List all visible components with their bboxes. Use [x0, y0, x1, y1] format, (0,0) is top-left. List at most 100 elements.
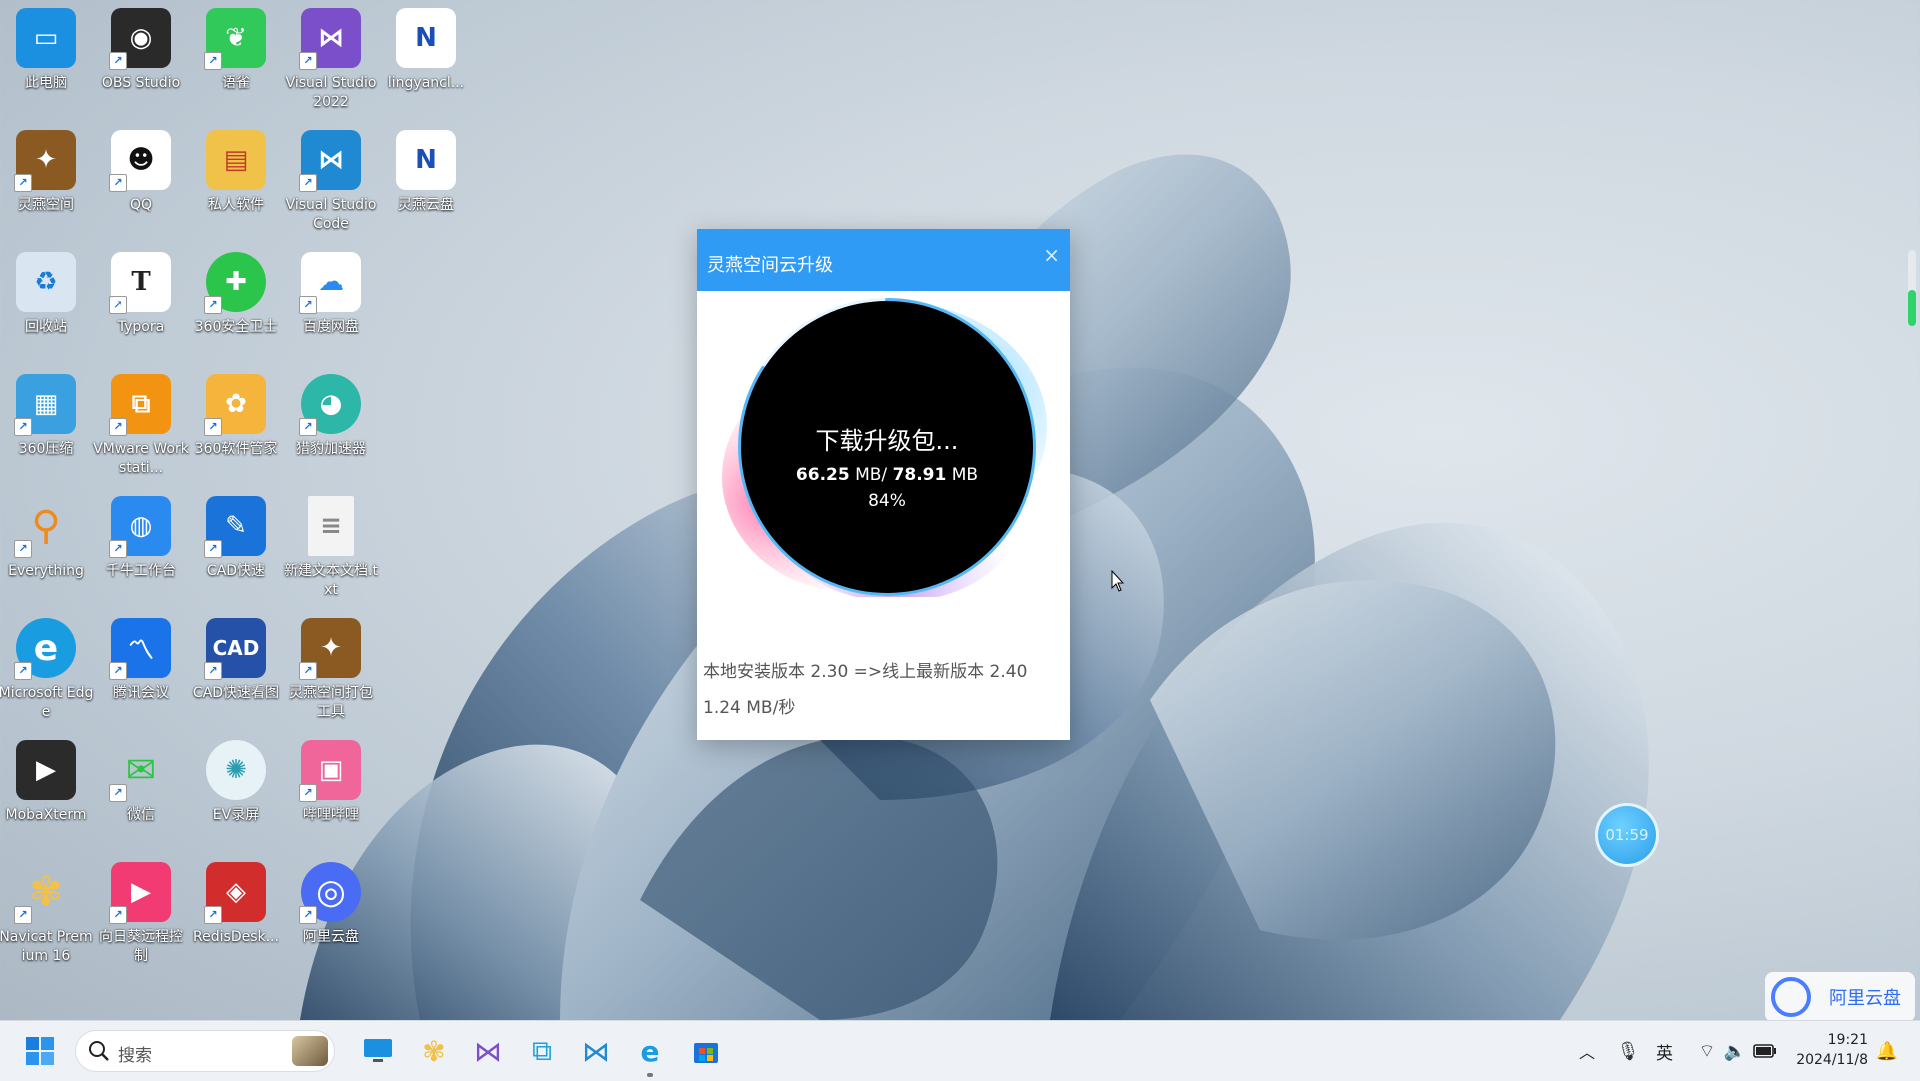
clock-time: 19:21	[1827, 1032, 1868, 1048]
notification-button[interactable]: 🔔	[1872, 1021, 1902, 1081]
taskbar-app-edge[interactable]: e	[628, 1021, 672, 1081]
shortcut-arrow-icon: ↗	[299, 662, 317, 680]
total-size: 78.91	[892, 465, 947, 485]
desktop-icon-redis-desktop[interactable]: ◈ ↗ RedisDesk...	[190, 854, 282, 972]
yuque-icon: ❦ ↗	[204, 8, 266, 70]
shortcut-arrow-icon: ↗	[299, 418, 317, 436]
desktop-icon-visual-studio-2022[interactable]: ⋈ ↗ Visual Studio 2022	[285, 0, 377, 118]
download-progress-ring: 下载升级包... 66.25 MB/ 78.91 MB 84%	[722, 297, 1052, 602]
start-button[interactable]	[18, 1021, 62, 1081]
tray-overflow-button[interactable]: ︿	[1572, 1021, 1602, 1081]
aliyun-drive-icon: ◎ ↗	[299, 862, 361, 924]
desktop-icon-aliyun-drive[interactable]: ◎ ↗ 阿里云盘	[285, 854, 377, 972]
desktop-icon-360-security[interactable]: ✚ ↗ 360安全卫士	[190, 244, 282, 362]
desktop-icon-typora[interactable]: T ↗ Typora	[95, 244, 187, 362]
navicat-icon: ✾ ↗	[14, 862, 76, 924]
desktop-icon-wechat[interactable]: ✉ ↗ 微信	[95, 732, 187, 850]
downloaded-unit: MB/	[855, 465, 888, 485]
taskbar-app-toolbox[interactable]: ⧉	[520, 1021, 564, 1081]
desktop-icon-bilibili[interactable]: ▣ ↗ 哔哩哔哩	[285, 732, 377, 850]
desktop-icon-360-software-manager[interactable]: ✿ ↗ 360软件管家	[190, 366, 282, 484]
shortcut-arrow-icon: ↗	[204, 662, 222, 680]
close-icon[interactable]: ×	[1043, 243, 1060, 267]
running-indicator	[647, 1073, 653, 1077]
floating-timer[interactable]: 01:59	[1595, 803, 1659, 867]
desktop-icon-qq[interactable]: ☻ ↗ QQ	[95, 122, 187, 240]
desktop-icon-lingyan-packer[interactable]: ✦ ↗ 灵燕空间打包工具	[285, 610, 377, 728]
shortcut-arrow-icon: ↗	[109, 52, 127, 70]
desktop-icon-lingyan-cloud-disk[interactable]: N 灵燕云盘	[380, 122, 472, 240]
taskbar-app-vscode[interactable]: ⋈	[574, 1021, 618, 1081]
desktop-icon-new-text-document[interactable]: ≡ 新建文本文档.txt	[284, 488, 378, 606]
shortcut-arrow-icon: ↗	[204, 52, 222, 70]
desktop-icon-everything[interactable]: ⚲ ↗ Everything	[0, 488, 92, 606]
desktop-icon-sunlogin[interactable]: ▶ ↗ 向日葵远程控制	[95, 854, 187, 972]
desktop-icon-yuque[interactable]: ❦ ↗ 语雀	[190, 0, 282, 118]
desktop-icon-qianniu[interactable]: ◍ ↗ 千牛工作台	[95, 488, 187, 606]
clock-date: 2024/11/8	[1796, 1052, 1868, 1068]
download-percent: 84%	[868, 491, 906, 511]
input-method-indicator[interactable]: 英	[1656, 1039, 1673, 1064]
taskbar-app-visual-studio[interactable]: ⋈	[466, 1021, 510, 1081]
folder-icon: ▤	[206, 130, 266, 190]
edge-icon: e	[640, 1034, 660, 1068]
cheetah-icon: ◕ ↗	[299, 374, 361, 436]
sunlogin-icon: ▶ ↗	[109, 862, 171, 924]
taskbar-clock[interactable]: 19:21 2024/11/8	[1792, 1030, 1868, 1070]
taskbar: 搜索 ✾ ⋈ ⧉ ⋈ e ︿ 🎙 英 ⌔ 🔈 19:21 2024/11/8 🔔	[0, 1020, 1920, 1081]
tray-wifi[interactable]: ⌔	[1694, 1021, 1720, 1081]
version-info: 本地安装版本 2.30 =>线上最新版本 2.40	[703, 662, 1028, 682]
desktop-icon-microsoft-edge[interactable]: e ↗ Microsoft Edge	[0, 610, 93, 728]
shortcut-arrow-icon: ↗	[299, 296, 317, 314]
mouse-cursor-icon	[1111, 570, 1125, 592]
desktop-icon-navicat[interactable]: ✾ ↗ Navicat Premium 16	[0, 854, 93, 972]
desktop-icon-cad-viewer[interactable]: CAD ↗ CAD快速看图	[190, 610, 282, 728]
ev-recorder-icon: ✺	[206, 740, 266, 800]
search-highlight-image	[292, 1036, 328, 1066]
shortcut-arrow-icon: ↗	[109, 906, 127, 924]
desktop-icon-ev-recorder[interactable]: ✺ EV录屏	[190, 732, 282, 850]
download-speed: 1.24 MB/秒	[703, 698, 796, 718]
taskbar-app-this-pc[interactable]	[356, 1021, 400, 1081]
desktop-icon-lingyan-space[interactable]: ✦ ↗ 灵燕空间	[0, 122, 92, 240]
tray-battery[interactable]	[1750, 1021, 1780, 1081]
visual-studio-icon: ⋈	[474, 1034, 502, 1068]
desktop-icon-lingyancl[interactable]: N lingyancl...	[380, 0, 472, 118]
desktop-icon-vmware[interactable]: ⧉ ↗ VMware Workstati...	[93, 366, 189, 484]
taskbar-app-store[interactable]	[684, 1021, 728, 1081]
desktop-icon-obs-studio[interactable]: ◉ ↗ OBS Studio	[95, 0, 187, 118]
shortcut-arrow-icon: ↗	[299, 174, 317, 192]
tray-microphone[interactable]: 🎙	[1613, 1021, 1643, 1081]
visual-studio-icon: ⋈ ↗	[299, 8, 361, 70]
shortcut-arrow-icon: ↗	[204, 906, 222, 924]
shortcut-arrow-icon: ↗	[14, 540, 32, 558]
taskbar-search[interactable]: 搜索	[75, 1030, 335, 1072]
desktop-icon-recycle-bin[interactable]: ♻ 回收站	[0, 244, 92, 362]
store-icon	[694, 1043, 718, 1063]
desktop-icon-baidu-netdisk[interactable]: ☁ ↗ 百度网盘	[285, 244, 377, 362]
toolbox-icon: ⧉	[532, 1034, 552, 1067]
desktop-icon-tencent-meeting[interactable]: 〽 ↗ 腾讯会议	[95, 610, 187, 728]
aliyun-floating-widget[interactable]: 阿里云盘	[1765, 972, 1915, 1022]
shortcut-arrow-icon: ↗	[204, 418, 222, 436]
taskbar-app-navicat[interactable]: ✾	[412, 1021, 456, 1081]
monitor-icon: ▭	[16, 8, 76, 68]
lingyan-cloud-icon: N	[396, 8, 456, 68]
desktop-icon-cheetah-accelerator[interactable]: ◕ ↗ 猎豹加速器	[285, 366, 377, 484]
vmware-icon: ⧉ ↗	[109, 374, 171, 436]
lingyan-space-icon: ✦ ↗	[14, 130, 76, 192]
aliyun-logo-icon	[1771, 977, 1811, 1017]
desktop-icon-private-software[interactable]: ▤ 私人软件	[190, 122, 282, 240]
battery-icon	[1753, 1044, 1776, 1058]
shortcut-arrow-icon: ↗	[204, 540, 222, 558]
desktop-icon-cad-fast[interactable]: ✎ ↗ CAD快速	[190, 488, 282, 606]
recycle-bin-icon: ♻	[16, 252, 76, 312]
desktop-icon-vscode[interactable]: ⋈ ↗ Visual Studio Code	[285, 122, 377, 240]
tray-volume[interactable]: 🔈	[1722, 1021, 1748, 1081]
desktop-icon-this-pc[interactable]: ▭ 此电脑	[0, 0, 92, 118]
shortcut-arrow-icon: ↗	[109, 784, 127, 802]
desktop-icon-360-zip[interactable]: ▦ ↗ 360压缩	[0, 366, 92, 484]
desktop-icon-mobaxterm[interactable]: ▶ MobaXterm	[0, 732, 92, 850]
side-indicator[interactable]	[1908, 250, 1916, 326]
chevron-up-icon: ︿	[1578, 1043, 1595, 1062]
